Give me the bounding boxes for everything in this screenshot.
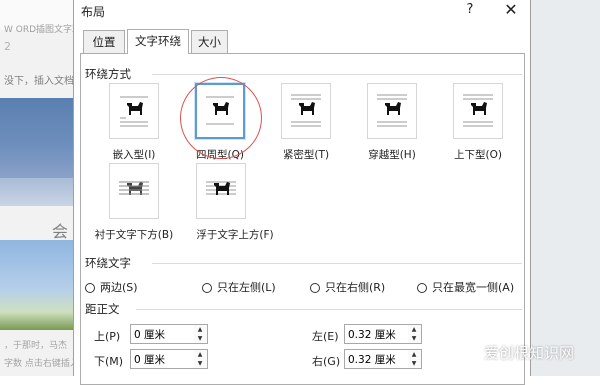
wrap-option-square[interactable]: 四周型(Q) (181, 82, 259, 163)
distance-right-label: 右(G) (312, 355, 341, 368)
spin-up-arrow-icon[interactable]: ▲ (408, 350, 420, 359)
through-wrap-icon (367, 83, 417, 139)
background-text: 没下，插入文档 (4, 76, 74, 87)
wrap-text-label: 环绕文字 (85, 256, 131, 270)
distance-bottom-spinner[interactable]: ▲ ▼ (194, 349, 208, 369)
background-document: W ORD插图文字环绕 2 没下，插入文档 会 ，于那时，马杰 字数 点击右键插… (0, 0, 74, 376)
distance-top-label: 上(P) (94, 330, 121, 343)
wrap-option-label: 上下型(O) (454, 149, 502, 161)
spin-down-arrow-icon[interactable]: ▼ (194, 334, 206, 343)
wrap-option-inline[interactable]: 嵌入型(I) (95, 83, 173, 163)
spin-up-arrow-icon[interactable]: ▲ (408, 325, 420, 334)
radio-left-only[interactable]: 只在左侧(L) (202, 279, 276, 295)
distance-bottom-label: 下(M) (94, 355, 124, 368)
top-bottom-wrap-icon (453, 83, 503, 139)
radio-label: 只在左侧(L) (217, 281, 276, 294)
background-text: 字数 点击右键插入 (4, 359, 74, 369)
radio-button[interactable] (85, 283, 95, 293)
watermark: 爱创根知识网 (468, 342, 574, 363)
wrap-option-tight[interactable]: 紧密型(T) (267, 83, 345, 163)
watermark-logo-icon (468, 346, 482, 360)
tab-size[interactable]: 大小 (191, 30, 228, 54)
close-button[interactable]: ✕ (500, 0, 522, 20)
watermark-text: 爱创根知识网 (484, 344, 575, 362)
distance-left-label: 左(E) (312, 330, 339, 343)
wrap-option-label: 浮于文字上方(F) (196, 229, 274, 241)
square-wrap-icon (194, 82, 246, 140)
distance-top-spinner[interactable]: ▲ ▼ (194, 324, 208, 344)
background-text: ，于那时，马杰 (4, 341, 68, 351)
radio-largest-side[interactable]: 只在最宽一侧(A) (417, 279, 514, 295)
spin-down-arrow-icon[interactable]: ▼ (408, 334, 420, 343)
help-button[interactable]: ? (460, 1, 480, 19)
spin-down-arrow-icon[interactable]: ▼ (408, 359, 420, 368)
background-right-area (530, 0, 600, 376)
radio-label: 只在右侧(R) (325, 281, 386, 294)
tab-text-wrapping[interactable]: 文字环绕 (127, 29, 189, 54)
wrap-style-label: 环绕方式 (85, 67, 131, 81)
divider (136, 309, 522, 310)
radio-label: 只在最宽一侧(A) (432, 281, 515, 294)
background-image (0, 98, 74, 178)
spin-up-arrow-icon[interactable]: ▲ (194, 325, 206, 334)
radio-both-sides[interactable]: 两边(S) (85, 279, 138, 295)
wrap-option-label: 紧密型(T) (282, 149, 330, 161)
layout-dialog: 布局 ? ✕ 位置 文字环绕 大小 环绕方式 嵌入型(I) 四周型(Q) 紧密型… (73, 0, 531, 385)
tab-position[interactable]: 位置 (83, 30, 125, 54)
inline-wrap-icon (109, 83, 159, 139)
in-front-of-text-icon (196, 163, 246, 219)
wrap-option-label: 衬于文字下方(B) (94, 229, 174, 241)
spin-down-arrow-icon[interactable]: ▼ (194, 359, 206, 368)
spin-up-arrow-icon[interactable]: ▲ (194, 350, 206, 359)
wrap-option-behind-text[interactable]: 衬于文字下方(B) (89, 163, 179, 243)
radio-button[interactable] (310, 283, 320, 293)
radio-button[interactable] (417, 283, 427, 293)
background-text: 2 (4, 40, 11, 53)
wrap-option-label: 嵌入型(I) (112, 149, 156, 161)
radio-right-only[interactable]: 只在右侧(R) (310, 279, 385, 295)
wrap-option-in-front-of-text[interactable]: 浮于文字上方(F) (188, 163, 282, 243)
behind-text-icon (109, 163, 159, 219)
radio-button[interactable] (202, 283, 212, 293)
dialog-title: 布局 (81, 5, 106, 19)
distance-label: 距正文 (85, 302, 120, 316)
distance-right-spinner[interactable]: ▲ ▼ (408, 349, 422, 369)
wrap-option-through[interactable]: 穿越型(H) (353, 83, 431, 163)
wrap-option-top-bottom[interactable]: 上下型(O) (439, 83, 517, 163)
wrap-option-label: 四周型(Q) (196, 149, 244, 161)
tight-wrap-icon (281, 83, 331, 139)
divider (152, 74, 522, 75)
wrap-option-label: 穿越型(H) (368, 149, 416, 161)
dialog-titlebar: 布局 ? ✕ (74, 0, 530, 22)
background-image (0, 178, 74, 206)
background-text: 会 (52, 222, 69, 241)
background-sky-image (0, 240, 74, 330)
distance-left-spinner[interactable]: ▲ ▼ (408, 324, 422, 344)
background-text: W ORD插图文字环绕 (4, 25, 74, 35)
divider (152, 263, 522, 264)
radio-label: 两边(S) (100, 281, 138, 294)
